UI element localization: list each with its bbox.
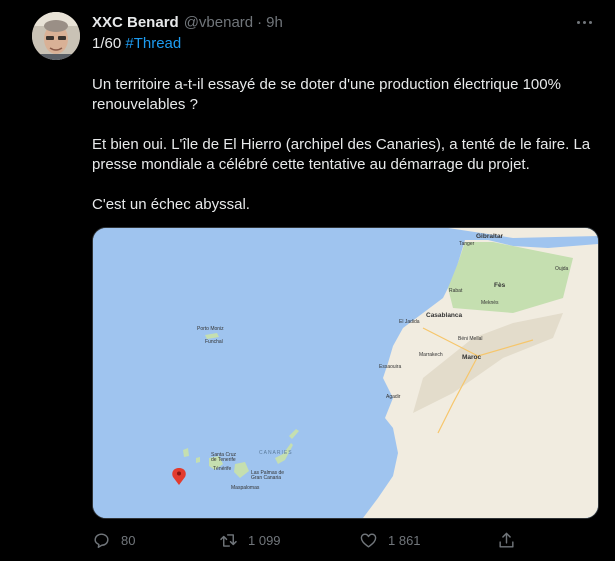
- map-label-marrakech: Marrakech: [419, 352, 443, 358]
- like-button[interactable]: 1 861: [359, 528, 421, 552]
- avatar-photo: [32, 12, 80, 60]
- map-label-oujda: Oujda: [555, 266, 569, 272]
- map-label-maspalomas: Maspalomas: [231, 485, 260, 491]
- map-graphic: [93, 228, 598, 518]
- map-label-maroc: Maroc: [462, 354, 482, 361]
- more-dot: [582, 20, 586, 24]
- reply-count: 80: [121, 532, 136, 548]
- tweet-header: XXC Benard @vbenard · 9h: [92, 12, 283, 32]
- reply-icon: [94, 532, 109, 548]
- share-icon: [499, 532, 514, 548]
- map-label-beni-mellal: Béni Mellal: [458, 336, 483, 342]
- map-label-rabat: Rabat: [449, 288, 463, 294]
- map-label-agadir: Agadir: [386, 394, 401, 400]
- retweet-icon: [220, 533, 237, 547]
- more-dot: [576, 20, 580, 24]
- tweet-paragraph: Un territoire a-t-il essayé de se doter …: [92, 76, 561, 113]
- tweet-text: Un territoire a-t-il essayé de se doter …: [92, 75, 602, 215]
- map-label-el-jadida: El Jadida: [399, 319, 420, 325]
- timestamp[interactable]: 9h: [266, 14, 283, 31]
- retweet-button[interactable]: 1 099: [219, 528, 281, 552]
- tweet-paragraph: C'est un échec abyssal.: [92, 196, 250, 213]
- tweet[interactable]: XXC Benard @vbenard · 9h 1/60 #Thread Un…: [0, 0, 615, 561]
- reply-button[interactable]: 80: [92, 528, 135, 552]
- map-label-tanger: Tanger: [459, 241, 475, 247]
- map-label-essaouira: Essaouira: [379, 364, 402, 370]
- map-image[interactable]: Gibraltar Tanger Fès Rabat Meknès Oujda …: [92, 227, 599, 519]
- thread-counter: 1/60: [92, 35, 122, 52]
- thread-line: 1/60 #Thread: [92, 34, 181, 54]
- author-handle[interactable]: @vbenard: [184, 14, 253, 31]
- map-label-gibraltar: Gibraltar: [476, 233, 504, 240]
- map-label-tenerife: Ténérife: [213, 466, 232, 472]
- like-count: 1 861: [388, 532, 421, 548]
- map-label-fes: Fès: [494, 282, 506, 289]
- separator: ·: [257, 13, 263, 31]
- map-label-casablanca: Casablanca: [426, 312, 463, 319]
- action-bar: 80 1 099 1 861: [92, 528, 522, 552]
- map-label-canaries: CANARIES: [259, 450, 293, 456]
- author-name[interactable]: XXC Benard: [92, 14, 179, 31]
- share-button[interactable]: [497, 528, 516, 552]
- map-label-funchal: Funchal: [205, 339, 223, 345]
- more-dot: [588, 20, 592, 24]
- map-label-meknes: Meknès: [481, 300, 499, 306]
- hashtag-link[interactable]: #Thread: [125, 35, 181, 52]
- more-options-button[interactable]: [572, 10, 596, 34]
- map-label-las-palmas: Las Palmas de Gran Canaria: [251, 470, 285, 481]
- heart-icon: [360, 532, 377, 548]
- tweet-paragraph: Et bien oui. L'île de El Hierro (archipe…: [92, 136, 591, 173]
- retweet-count: 1 099: [248, 532, 281, 548]
- map-label-porto-moniz: Porto Moniz: [197, 326, 224, 332]
- map-label-santa-cruz: Santa Cruz de Tenerife: [211, 452, 237, 463]
- avatar[interactable]: [32, 12, 80, 60]
